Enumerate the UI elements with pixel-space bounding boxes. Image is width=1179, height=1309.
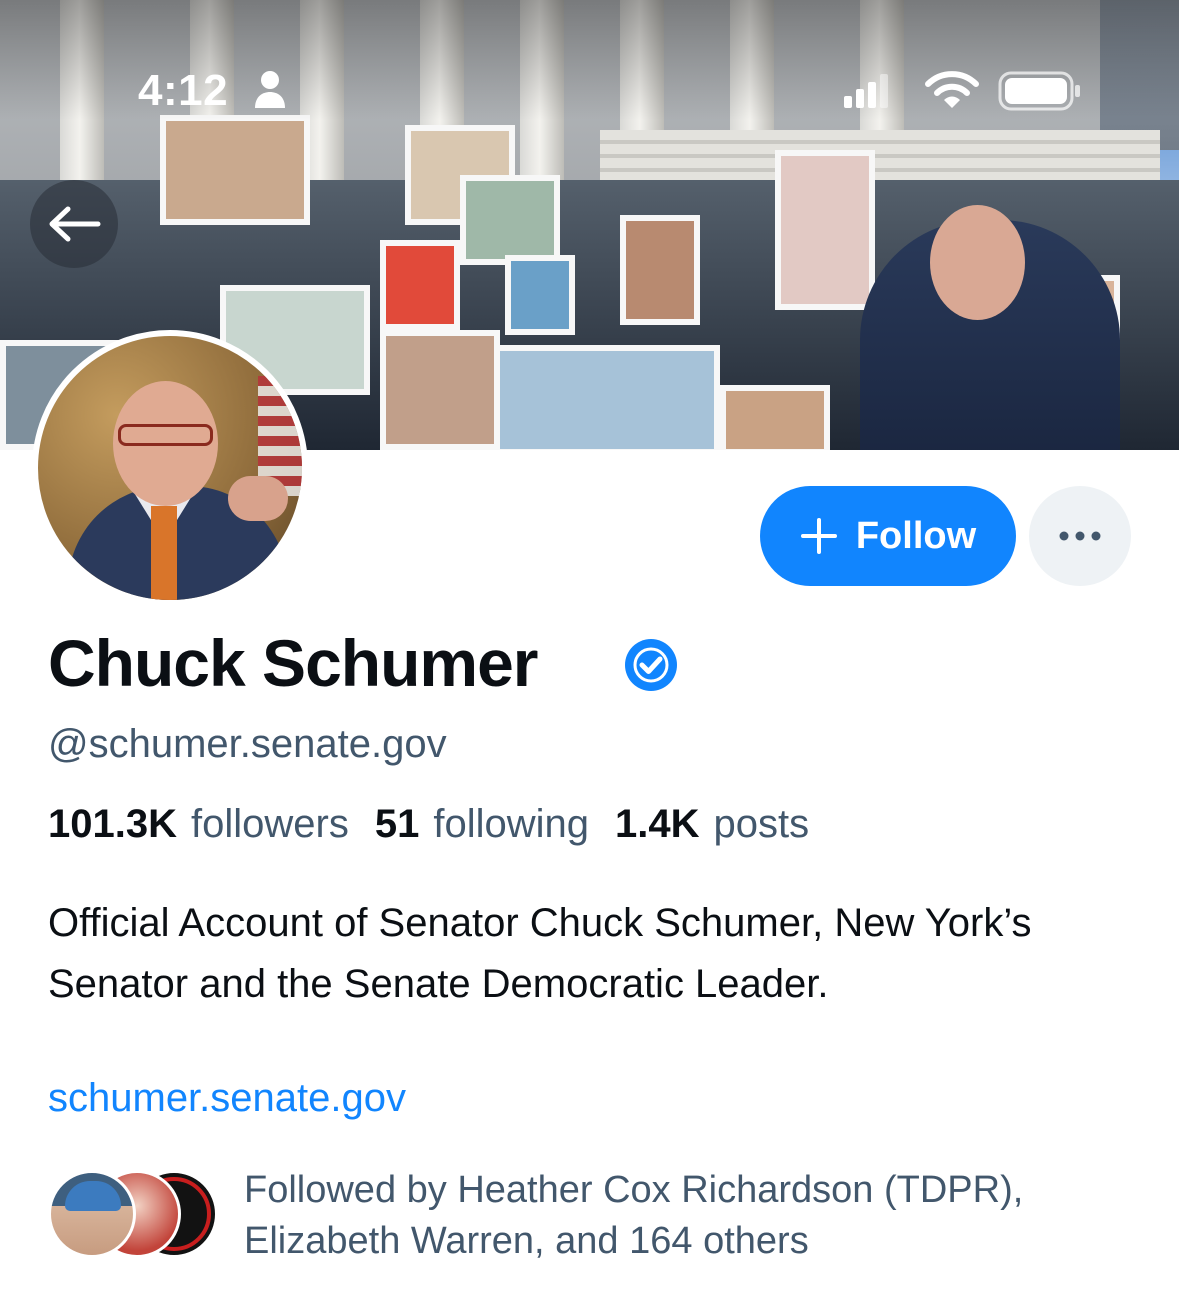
- known-followers-avatars[interactable]: [48, 1170, 218, 1262]
- avatar-cap: [65, 1181, 121, 1211]
- followed-by-text[interactable]: Followed by Heather Cox Richardson (TDPR…: [244, 1165, 1144, 1267]
- profile-bio: Official Account of Senator Chuck Schume…: [48, 901, 1032, 1006]
- banner-speaker-head: [930, 205, 1025, 320]
- posts-label: posts: [713, 802, 810, 846]
- banner-photo-card: [490, 345, 720, 450]
- follow-label: Follow: [855, 514, 977, 557]
- following-count: 51: [374, 802, 420, 846]
- banner-photo-card: [380, 330, 500, 450]
- avatar-hand: [228, 476, 288, 521]
- posts-count: 1.4K: [614, 802, 700, 846]
- followers-count: 101.3K: [48, 802, 177, 846]
- back-arrow-icon: [49, 206, 101, 242]
- signal-icon: [844, 74, 888, 108]
- back-button[interactable]: [30, 180, 118, 268]
- avatar-glasses: [118, 424, 213, 446]
- battery-icon: [998, 71, 1080, 111]
- banner-photo-card: [505, 255, 575, 335]
- posts-stat: 1.4K posts: [615, 802, 809, 846]
- followers-stat[interactable]: 101.3K followers: [48, 802, 349, 846]
- profile-avatar[interactable]: [32, 330, 308, 606]
- banner-photo-card: [160, 115, 310, 225]
- more-options-button[interactable]: [1029, 486, 1131, 586]
- ellipsis-icon: [1059, 531, 1101, 541]
- banner-photo-card: [620, 215, 700, 325]
- wifi-icon: [925, 71, 979, 108]
- banner-photo-card: [775, 150, 875, 310]
- banner-photo-card: [460, 175, 560, 265]
- follow-button[interactable]: Follow: [760, 486, 1016, 586]
- banner-photo-card: [720, 385, 830, 450]
- plus-icon: [800, 518, 837, 554]
- followers-label: followers: [190, 802, 349, 846]
- display-name: Chuck Schumer: [48, 626, 538, 700]
- profile-handle: @schumer.senate.gov: [48, 722, 447, 766]
- avatar-tie: [151, 506, 177, 600]
- verified-check-icon[interactable]: [624, 638, 678, 692]
- following-label: following: [433, 802, 589, 846]
- known-follower-avatar: [48, 1170, 136, 1258]
- status-time: 4:12: [138, 66, 229, 115]
- following-stat[interactable]: 51 following: [375, 802, 589, 846]
- person-icon: [255, 71, 285, 108]
- status-bar: 4:12: [0, 60, 1179, 120]
- banner-photo-card: [380, 240, 460, 330]
- website-link[interactable]: schumer.senate.gov: [48, 1076, 406, 1121]
- profile-stats: 101.3K followers 51 following 1.4K posts: [48, 802, 809, 847]
